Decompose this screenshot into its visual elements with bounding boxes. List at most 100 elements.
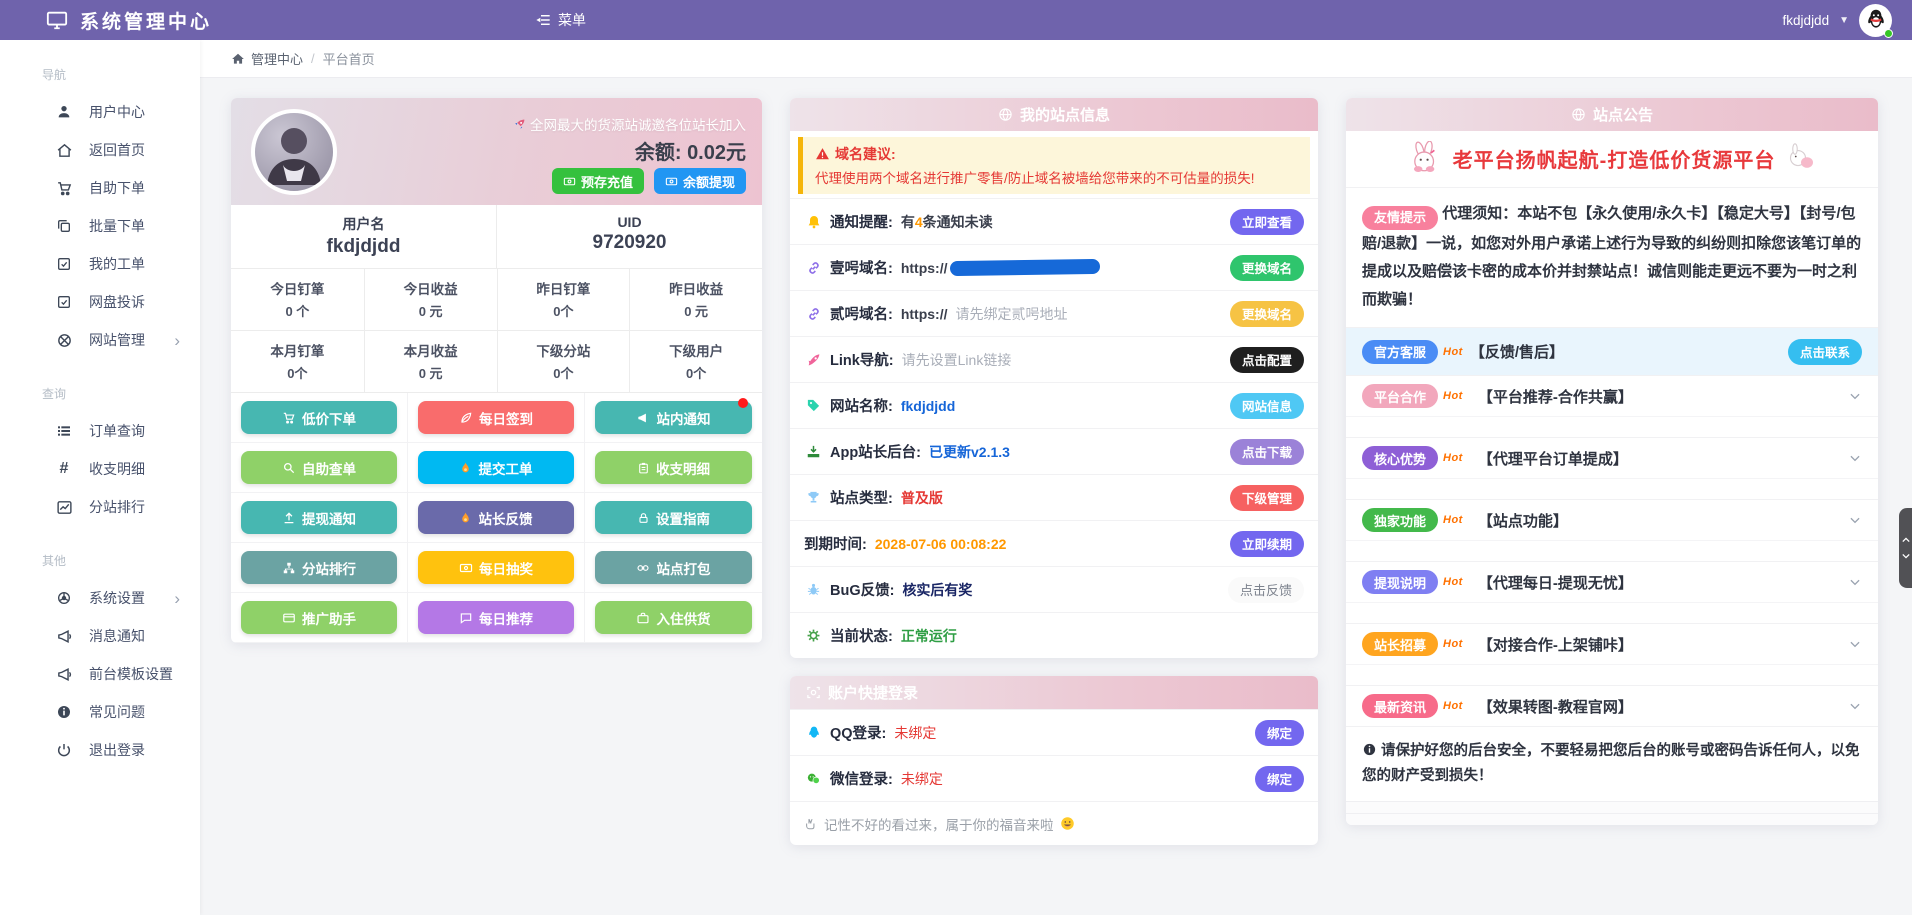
menu-icon xyxy=(535,12,551,28)
banknote-icon xyxy=(459,561,473,575)
stat-today-income: 今日收益0 元 xyxy=(364,269,497,330)
sidebar-item-user-center[interactable]: 用户中心 xyxy=(0,93,200,131)
qq-bind-status: 未绑定 xyxy=(894,723,936,743)
domain1-url[interactable]: https:// xyxy=(901,260,948,276)
site-package-button[interactable]: 站点打包 xyxy=(595,551,752,584)
chevron-down-icon[interactable] xyxy=(1848,389,1862,403)
site-notice-button[interactable]: 站内通知 xyxy=(595,401,752,434)
bind-qq-button[interactable]: 绑定 xyxy=(1255,720,1304,746)
quick-login-card: 账户快捷登录 QQ登录: 未绑定 绑定 微信登录: 未绑定 绑定 记性不好的看过… xyxy=(790,676,1318,845)
expire-row: 到期时间: 2028-07-06 00:08:22 立即续期 xyxy=(790,520,1318,566)
bug-icon xyxy=(804,582,823,597)
chevron-down-icon[interactable] xyxy=(1848,699,1862,713)
profile-avatar[interactable] xyxy=(251,109,337,195)
username-value: fkdjdjdd xyxy=(231,236,496,258)
topbar-username[interactable]: fkdjdjdd xyxy=(1783,13,1830,28)
download-app-button[interactable]: 点击下载 xyxy=(1230,439,1304,465)
app-row: App站长后台: 已更新v2.1.3 点击下载 xyxy=(790,428,1318,474)
promo-helper-button[interactable]: 推广助手 xyxy=(241,601,397,634)
trophy-icon xyxy=(804,490,823,505)
wechat-icon xyxy=(804,771,823,787)
profile-header: 全网最大的货源站诚邀各位站长加入 余额: 0.02元 预存充值 余额提现 xyxy=(231,98,762,205)
chevron-down-icon: ▼ xyxy=(1839,15,1849,26)
sidebar-item-site-manage[interactable]: 网站管理 › xyxy=(0,321,200,359)
uid-value: 9720920 xyxy=(497,232,762,254)
stat-yesterday-income: 昨日收益0 元 xyxy=(629,269,762,330)
bunny-left-icon xyxy=(1407,141,1443,175)
bug-feedback-button[interactable]: 点击反馈 xyxy=(1228,577,1304,603)
briefcase-icon xyxy=(636,611,650,625)
configure-link-button[interactable]: 点击配置 xyxy=(1230,347,1304,373)
hot-label: Hot xyxy=(1443,576,1463,588)
view-notices-button[interactable]: 立即查看 xyxy=(1230,209,1304,235)
accordion-withdraw-info[interactable]: 提现说明 Hot 【代理每日-提现无忧】 xyxy=(1346,561,1878,602)
renew-button[interactable]: 立即续期 xyxy=(1230,531,1304,557)
finance-detail-button[interactable]: 收支明细 xyxy=(595,451,752,484)
withdraw-notice-button[interactable]: 提现通知 xyxy=(241,501,397,534)
chevron-down-icon[interactable] xyxy=(1848,575,1862,589)
chevron-right-icon: › xyxy=(174,590,180,607)
site-info-button[interactable]: 网站信息 xyxy=(1230,393,1304,419)
sidebar-item-self-order[interactable]: 自助下单 xyxy=(0,169,200,207)
announcement-card: 站点公告 老平台扬帆起航-打造低价货源平台 友情提示 代理须知：本站不包【永久使… xyxy=(1346,98,1878,825)
chevron-down-icon[interactable] xyxy=(1848,637,1862,651)
sidebar-item-faq[interactable]: 常见问题 xyxy=(0,693,200,731)
branch-rank-button[interactable]: 分站排行 xyxy=(241,551,397,584)
sidebar-item-logout[interactable]: 退出登录 xyxy=(0,731,200,769)
sidebar-item-batch-order[interactable]: 批量下单 xyxy=(0,207,200,245)
low-price-order-button[interactable]: 低价下单 xyxy=(241,401,397,434)
link-icon xyxy=(804,306,823,322)
withdraw-button[interactable]: 余额提现 xyxy=(654,168,746,194)
flame-icon xyxy=(459,461,472,475)
sidebar-item-system-settings[interactable]: 系统设置 › xyxy=(0,579,200,617)
webmaster-feedback-button[interactable]: 站长反馈 xyxy=(418,501,574,534)
link-placeholder: 请先设置Link链接 xyxy=(902,350,1012,370)
chevron-down-icon[interactable] xyxy=(1848,513,1862,527)
agent-notice: 友情提示 代理须知：本站不包【永久使用/永久卡】【稳定大号】【封号/包赔/退款】… xyxy=(1346,188,1878,328)
menu-toggle[interactable]: 菜单 xyxy=(535,10,586,30)
rocket-emoji xyxy=(513,118,526,131)
accordion-spacer xyxy=(1346,416,1878,437)
sidebar-item-my-tickets[interactable]: 我的工单 xyxy=(0,245,200,283)
sidebar-item-home[interactable]: 返回首页 xyxy=(0,131,200,169)
breadcrumb-home[interactable]: 管理中心 xyxy=(251,49,303,68)
flame-icon xyxy=(459,511,472,525)
sidebar-item-finance-detail[interactable]: # 收支明细 xyxy=(0,450,200,488)
site-type-row: 站点类型: 普及版 下级管理 xyxy=(790,474,1318,520)
change-domain2-button[interactable]: 更换域名 xyxy=(1230,301,1304,327)
bind-wechat-button[interactable]: 绑定 xyxy=(1255,766,1304,792)
sidebar-item-branch-rank[interactable]: 分站排行 xyxy=(0,488,200,526)
change-domain1-button[interactable]: 更换域名 xyxy=(1230,255,1304,281)
supplier-join-button[interactable]: 入住供货 xyxy=(595,601,752,634)
main-area: 管理中心 / 平台首页 全网最大的货源站诚邀各位站长加入 余额: 0.02元 xyxy=(200,40,1912,915)
accordion-core-advantage[interactable]: 核心优势 Hot 【代理平台订单提成】 xyxy=(1346,437,1878,478)
avatar[interactable] xyxy=(1859,4,1892,37)
edge-scroll-widget[interactable] xyxy=(1899,508,1912,588)
accordion-platform-coop[interactable]: 平台合作 Hot 【平台推荐-合作共赢】 xyxy=(1346,375,1878,416)
self-query-button[interactable]: 自助查单 xyxy=(241,451,397,484)
daily-recommend-button[interactable]: 每日推荐 xyxy=(418,601,574,634)
recharge-button[interactable]: 预存充值 xyxy=(552,168,644,194)
chevron-down-icon[interactable] xyxy=(1848,451,1862,465)
clipboard-icon xyxy=(637,461,650,475)
bunny-right-icon xyxy=(1785,143,1817,173)
setup-guide-button[interactable]: 设置指南 xyxy=(595,501,752,534)
empty-list-row xyxy=(1346,813,1878,825)
daily-lottery-button[interactable]: 每日抽奖 xyxy=(418,551,574,584)
accordion-exclusive-features[interactable]: 独家功能 Hot 【站点功能】 xyxy=(1346,499,1878,540)
hot-label: Hot xyxy=(1443,390,1463,402)
accordion-latest-news[interactable]: 最新资讯 Hot 【效果转图-教程官网】 xyxy=(1346,685,1878,726)
sidebar-item-disk-complaint[interactable]: 网盘投诉 xyxy=(0,283,200,321)
accordion-webmaster-recruit[interactable]: 站长招募 Hot 【对接合作-上架铺咔】 xyxy=(1346,623,1878,664)
daily-checkin-button[interactable]: 每日签到 xyxy=(418,401,574,434)
redacted-domain-scribble xyxy=(949,259,1099,276)
submit-ticket-button[interactable]: 提交工单 xyxy=(418,451,574,484)
sidebar-item-template-settings[interactable]: 前台模板设置 xyxy=(0,655,200,693)
contact-service-button[interactable]: 点击联系 xyxy=(1788,339,1862,365)
sidebar-item-notifications[interactable]: 消息通知 xyxy=(0,617,200,655)
sub-manage-button[interactable]: 下级管理 xyxy=(1230,485,1304,511)
quick-login-header: 账户快捷登录 xyxy=(790,676,1318,709)
upload-icon xyxy=(282,511,296,525)
cart-icon xyxy=(282,411,296,425)
sidebar-item-order-query[interactable]: 订单查询 xyxy=(0,412,200,450)
